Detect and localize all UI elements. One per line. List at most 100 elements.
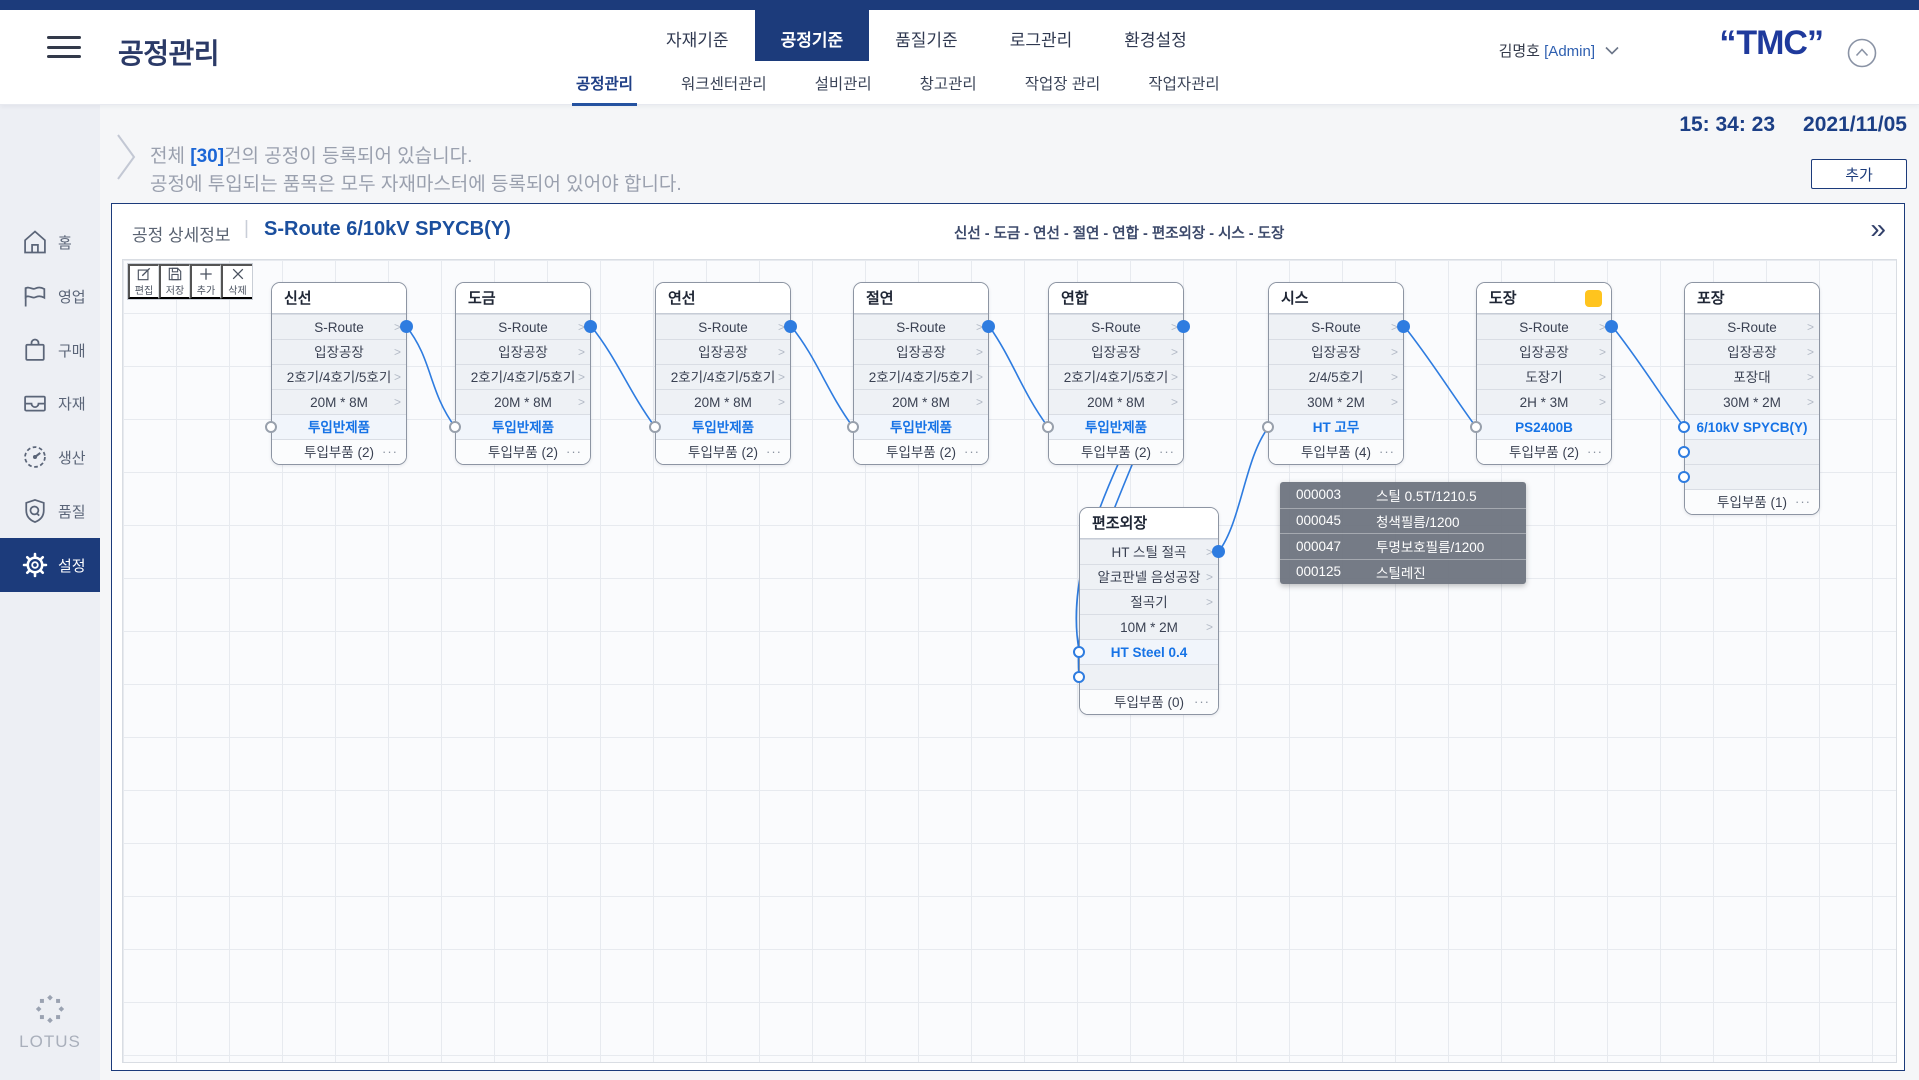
process-node-dojang[interactable]: 도장S-Route>입장공장>도장기>2H * 3M>PS2400B투입부품 (…	[1476, 282, 1612, 465]
node-row-blue[interactable]: 투입반제품	[656, 414, 790, 439]
input-connector-circle[interactable]	[449, 421, 461, 433]
node-row-nav[interactable]: S-Route>	[1685, 314, 1819, 339]
output-connector-dot[interactable]	[1177, 320, 1190, 333]
process-node-sinseon[interactable]: 신선S-Route>입장공장>2호기/4호기/5호기>20M * 8M>투입반제…	[271, 282, 407, 465]
node-row-nav[interactable]: 2호기/4호기/5호기>	[656, 364, 790, 389]
node-row-nav[interactable]: 입장공장>	[656, 339, 790, 364]
process-node-pyeonjo[interactable]: 편조외장HT 스틸 절곡>알코판넬 음성공장>절곡기>10M * 2M>HT S…	[1079, 507, 1219, 715]
node-row-nav[interactable]: 20M * 8M>	[1049, 389, 1183, 414]
node-row-nav[interactable]: 입장공장>	[1477, 339, 1611, 364]
input-connector-circle[interactable]	[1073, 646, 1085, 658]
node-row-nav[interactable]: 20M * 8M>	[854, 389, 988, 414]
sidebar-item-quality[interactable]: 품질	[0, 484, 100, 538]
output-connector-dot[interactable]	[784, 320, 797, 333]
sidebar-item-material[interactable]: 자재	[0, 376, 100, 430]
input-connector-circle[interactable]	[265, 421, 277, 433]
add-node-button[interactable]: 추가	[190, 264, 221, 299]
input-connector-circle[interactable]	[649, 421, 661, 433]
more-options-icon[interactable]: ···	[1159, 439, 1175, 464]
more-options-icon[interactable]: ···	[1795, 489, 1811, 514]
more-options-icon[interactable]: ···	[964, 439, 980, 464]
output-connector-dot[interactable]	[584, 320, 597, 333]
output-connector-dot[interactable]	[982, 320, 995, 333]
node-row-nav[interactable]: S-Route>	[1477, 314, 1611, 339]
more-options-icon[interactable]: ···	[1194, 689, 1210, 714]
sidebar-item-production[interactable]: 생산	[0, 430, 100, 484]
hamburger-menu-icon[interactable]	[47, 36, 81, 62]
node-row-nav[interactable]: 입장공장>	[1269, 339, 1403, 364]
node-row-blue[interactable]: 투입반제품	[272, 414, 406, 439]
node-row-blue[interactable]: 6/10kV SPYCB(Y)	[1685, 414, 1819, 439]
node-row-nav[interactable]: 2호기/4호기/5호기>	[1049, 364, 1183, 389]
input-connector-circle[interactable]	[1678, 471, 1690, 483]
sidebar-item-sales[interactable]: 영업	[0, 269, 100, 323]
node-row-nav[interactable]: 입장공장>	[854, 339, 988, 364]
node-row-nav[interactable]: 도장기>	[1477, 364, 1611, 389]
node-row-nav[interactable]: 입장공장>	[1685, 339, 1819, 364]
node-row-parts[interactable]: 투입부품 (2)···	[456, 439, 590, 464]
delete-node-button[interactable]: 삭제	[221, 264, 252, 299]
node-row-parts[interactable]: 투입부품 (1)···	[1685, 489, 1819, 514]
node-row-nav[interactable]: 2호기/4호기/5호기>	[456, 364, 590, 389]
node-row-parts[interactable]: 투입부품 (2)···	[656, 439, 790, 464]
node-row-nav[interactable]: S-Route>	[1049, 314, 1183, 339]
input-connector-circle[interactable]	[1073, 671, 1085, 683]
process-node-yeonseon[interactable]: 연선S-Route>입장공장>2호기/4호기/5호기>20M * 8M>투입반제…	[655, 282, 791, 465]
node-row-nav[interactable]: 입장공장>	[456, 339, 590, 364]
process-canvas[interactable]: 편집 저장 추가 삭제 신선S-Route>입장공장>2호기/4호기/5호기>2…	[122, 259, 1897, 1063]
input-connector-circle[interactable]	[1678, 446, 1690, 458]
node-row-blue[interactable]: HT 고무	[1269, 414, 1403, 439]
node-row-nav[interactable]: 2/4/5호기>	[1269, 364, 1403, 389]
node-row-nav[interactable]: 입장공장>	[272, 339, 406, 364]
subtab-workshop-management[interactable]: 작업장 관리	[1025, 72, 1101, 106]
node-row-nav[interactable]: 2호기/4호기/5호기>	[854, 364, 988, 389]
node-row-nav[interactable]: 알코판넬 음성공장>	[1080, 564, 1218, 589]
user-menu[interactable]: 김명호 [Admin]	[1499, 40, 1619, 61]
node-row-blue[interactable]: PS2400B	[1477, 414, 1611, 439]
collapse-header-button[interactable]	[1847, 38, 1877, 68]
more-options-icon[interactable]: ···	[566, 439, 582, 464]
node-row-parts[interactable]: 투입부품 (4)···	[1269, 439, 1403, 464]
node-row-nav[interactable]: S-Route>	[456, 314, 590, 339]
node-row-nav[interactable]: HT 스틸 절곡>	[1080, 539, 1218, 564]
node-row-nav[interactable]: S-Route>	[272, 314, 406, 339]
save-button[interactable]: 저장	[159, 264, 190, 299]
process-node-yeonhap[interactable]: 연합S-Route>입장공장>2호기/4호기/5호기>20M * 8M>투입반제…	[1048, 282, 1184, 465]
node-row-blue[interactable]: 투입반제품	[854, 414, 988, 439]
input-connector-circle[interactable]	[1042, 421, 1054, 433]
node-row-blue[interactable]: 투입반제품	[456, 414, 590, 439]
more-options-icon[interactable]: ···	[382, 439, 398, 464]
node-row-nav[interactable]: 2H * 3M>	[1477, 389, 1611, 414]
expand-panel-icon[interactable]: »	[1870, 212, 1886, 246]
output-connector-dot[interactable]	[1212, 545, 1225, 558]
node-row-parts[interactable]: 투입부품 (2)···	[272, 439, 406, 464]
node-row-nav[interactable]: 20M * 8M>	[456, 389, 590, 414]
more-options-icon[interactable]: ···	[1587, 439, 1603, 464]
sidebar-item-settings[interactable]: 설정	[0, 538, 100, 592]
node-row-nav[interactable]: 포장대>	[1685, 364, 1819, 389]
node-row-parts[interactable]: 투입부품 (0)···	[1080, 689, 1218, 714]
subtab-workcenter-management[interactable]: 워크센터관리	[681, 72, 767, 106]
node-row-nav[interactable]: 20M * 8M>	[272, 389, 406, 414]
more-options-icon[interactable]: ···	[766, 439, 782, 464]
node-row-parts[interactable]: 투입부품 (2)···	[1049, 439, 1183, 464]
node-row-nav[interactable]: 절곡기>	[1080, 589, 1218, 614]
node-row-nav[interactable]: 2호기/4호기/5호기>	[272, 364, 406, 389]
input-connector-circle[interactable]	[1678, 421, 1690, 433]
process-node-siseu[interactable]: 시스S-Route>입장공장>2/4/5호기>30M * 2M>HT 고무투입부…	[1268, 282, 1404, 465]
node-row-nav[interactable]: 30M * 2M>	[1685, 389, 1819, 414]
node-row-nav[interactable]: S-Route>	[1269, 314, 1403, 339]
input-connector-circle[interactable]	[1262, 421, 1274, 433]
input-connector-circle[interactable]	[1470, 421, 1482, 433]
process-node-dogeum[interactable]: 도금S-Route>입장공장>2호기/4호기/5호기>20M * 8M>투입반제…	[455, 282, 591, 465]
process-node-pojang[interactable]: 포장S-Route>입장공장>포장대>30M * 2M>6/10kV SPYCB…	[1684, 282, 1820, 515]
add-process-button[interactable]: 추가	[1811, 159, 1907, 189]
node-row-nav[interactable]: 20M * 8M>	[656, 389, 790, 414]
subtab-equipment-management[interactable]: 설비관리	[815, 72, 872, 106]
node-row-parts[interactable]: 투입부품 (2)···	[854, 439, 988, 464]
node-row-blue[interactable]: HT Steel 0.4	[1080, 639, 1218, 664]
sidebar-item-purchase[interactable]: 구매	[0, 323, 100, 377]
input-connector-circle[interactable]	[847, 421, 859, 433]
more-options-icon[interactable]: ···	[1379, 439, 1395, 464]
process-node-jeolyeon[interactable]: 절연S-Route>입장공장>2호기/4호기/5호기>20M * 8M>투입반제…	[853, 282, 989, 465]
